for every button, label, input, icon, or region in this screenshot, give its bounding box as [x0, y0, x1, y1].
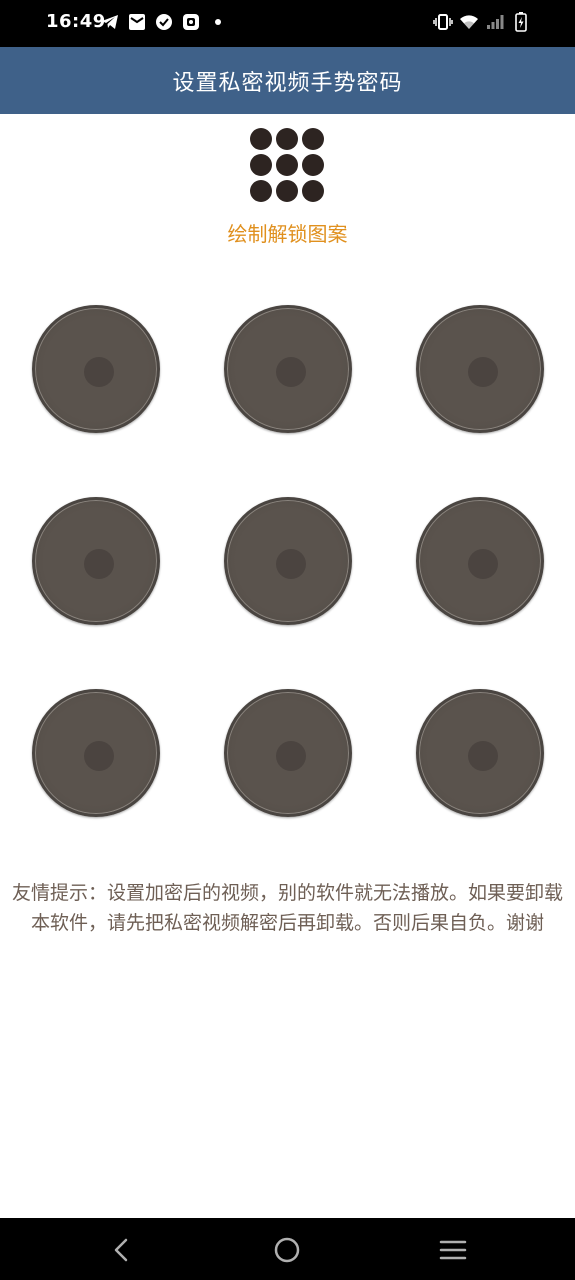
back-icon — [114, 1238, 128, 1262]
status-bar: 16:49 — [0, 0, 575, 47]
pattern-node-6[interactable] — [416, 497, 544, 625]
node-center — [468, 741, 498, 771]
node-center — [276, 741, 306, 771]
preview-dot — [302, 128, 324, 150]
title-bar: 设置私密视频手势密码 — [0, 47, 575, 114]
check-circle-icon — [154, 12, 174, 32]
pattern-node-1[interactable] — [32, 305, 160, 433]
preview-dot — [302, 180, 324, 202]
preview-dot — [250, 180, 272, 202]
pattern-node-4[interactable] — [32, 497, 160, 625]
pattern-node-3[interactable] — [416, 305, 544, 433]
pattern-node-9[interactable] — [416, 689, 544, 817]
status-system-icons — [427, 12, 531, 32]
pattern-node-2[interactable] — [224, 305, 352, 433]
battery-charging-icon — [511, 12, 531, 32]
status-notification-icons — [100, 12, 235, 32]
node-center — [84, 741, 114, 771]
menu-icon — [439, 1240, 467, 1260]
page-title: 设置私密视频手势密码 — [172, 70, 403, 96]
photo-app-icon — [181, 12, 201, 32]
mail-icon — [127, 12, 147, 32]
home-button[interactable] — [270, 1233, 304, 1267]
node-center — [84, 357, 114, 387]
draw-pattern-hint: 绘制解锁图案 — [227, 222, 348, 246]
pattern-node-7[interactable] — [32, 689, 160, 817]
navigation-bar — [0, 1218, 575, 1280]
preview-dot — [276, 154, 298, 176]
friendly-tips: 友情提示：设置加密后的视频，别的软件就无法播放。如果要卸载本软件，请先把私密视频… — [11, 882, 563, 934]
pattern-node-5[interactable] — [224, 497, 352, 625]
preview-dot — [302, 154, 324, 176]
node-center — [84, 549, 114, 579]
preview-dot — [276, 180, 298, 202]
signal-icon — [485, 12, 505, 32]
node-center — [468, 357, 498, 387]
vibrate-icon — [433, 12, 453, 32]
notification-dot-icon — [208, 12, 228, 32]
preview-dot — [250, 128, 272, 150]
status-time: 16:49 — [46, 11, 106, 32]
telegram-icon — [100, 12, 120, 32]
menu-button[interactable] — [436, 1233, 470, 1267]
pattern-node-8[interactable] — [224, 689, 352, 817]
node-center — [276, 549, 306, 579]
wifi-icon — [459, 12, 479, 32]
preview-dot — [276, 128, 298, 150]
back-button[interactable] — [104, 1233, 138, 1267]
pattern-preview — [250, 128, 326, 204]
node-center — [468, 549, 498, 579]
home-icon — [274, 1237, 300, 1263]
preview-dot — [250, 154, 272, 176]
node-center — [276, 357, 306, 387]
